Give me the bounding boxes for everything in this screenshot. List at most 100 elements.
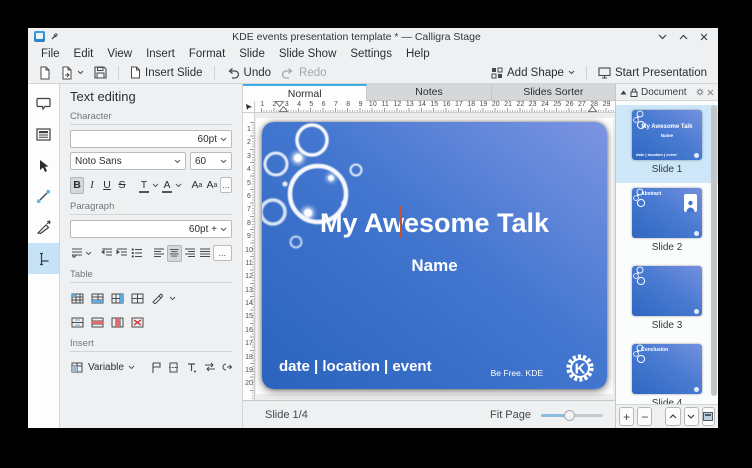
menu-slide-show[interactable]: Slide Show [272,48,344,60]
tab-notes[interactable]: Notes [367,84,491,101]
remove-slide-button[interactable]: − [637,407,652,426]
paragraph-more-button[interactable]: ... [213,245,233,261]
dock-close-icon[interactable] [707,89,714,96]
border-pen-dropdown[interactable] [169,296,176,301]
freehand-path-tool[interactable] [28,212,59,243]
open-document-button[interactable] [58,65,87,81]
menu-edit[interactable]: Edit [67,48,101,60]
decrease-indent-button[interactable] [100,245,114,262]
insert-text-frame-button[interactable] [185,359,199,376]
merge-cells-button[interactable] [70,314,85,331]
split-cells-button[interactable] [130,290,145,307]
delete-row-button[interactable] [90,314,105,331]
undo-button[interactable]: Undo [223,66,275,80]
left-indent-marker[interactable] [279,106,288,112]
right-indent-marker[interactable] [588,106,597,112]
text-tool[interactable] [28,243,59,274]
slide-layout-tool[interactable] [28,119,59,150]
menu-view[interactable]: View [100,48,139,60]
border-pen-button[interactable] [150,290,164,307]
italic-button[interactable]: I [85,177,99,194]
align-right-button[interactable] [183,245,197,262]
delete-table-button[interactable] [130,314,145,331]
text-color-button[interactable]: T [137,177,151,194]
align-justify-button[interactable] [198,245,212,262]
align-left-button[interactable] [152,245,166,262]
line-spacing-dropdown[interactable] [85,251,92,256]
close-button[interactable] [696,30,712,44]
slide-title-text[interactable]: My Awesome Talk [262,208,607,239]
slide-thumbnail-item[interactable]: Conclusion Slide 4 [616,339,718,404]
subscript-button[interactable]: Aa [205,177,219,194]
maximize-button[interactable] [675,30,691,44]
highlight-color-button[interactable]: A [160,177,174,194]
new-document-button[interactable] [36,65,54,81]
start-presentation-button[interactable]: Start Presentation [595,66,710,80]
variable-dropdown[interactable] [128,365,135,370]
menu-insert[interactable]: Insert [139,48,182,60]
menu-slide[interactable]: Slide [232,48,272,60]
save-button[interactable] [91,65,110,80]
slide-canvas[interactable]: My Awesome Talk Name date | location | e… [255,113,615,400]
dock-settings-gear-icon[interactable] [696,88,704,96]
character-style-combo[interactable]: 60pt [70,130,232,148]
underline-button[interactable]: U [100,177,114,194]
slide-thumbnail[interactable]: My Awesome Talk Name date | location | e… [632,110,702,160]
text-direction-button[interactable] [203,359,217,376]
font-family-combo[interactable]: Noto Sans [70,152,186,170]
insert-link-button[interactable] [221,359,235,376]
variable-label[interactable]: Variable [88,362,124,373]
zoom-slider-handle[interactable] [564,410,575,421]
increase-indent-button[interactable] [115,245,129,262]
insert-column-button[interactable] [110,290,125,307]
menu-format[interactable]: Format [182,48,232,60]
line-spacing-button[interactable] [70,245,84,262]
slide-footer-text[interactable]: date | location | event [279,358,432,375]
menu-settings[interactable]: Settings [343,48,399,60]
zoom-mode-label[interactable]: Fit Page [490,409,531,421]
insert-page-break-button[interactable] [167,359,181,376]
tab-normal[interactable]: Normal [243,84,367,101]
bold-button[interactable]: B [70,177,84,194]
redo-button[interactable]: Redo [278,66,330,80]
add-shape-button[interactable]: Add Shape [488,66,578,80]
lock-icon[interactable] [630,88,638,97]
align-center-button[interactable] [167,245,182,262]
slide-thumbnail[interactable]: Abstract [632,188,702,238]
connection-line-tool[interactable] [28,181,59,212]
insert-row-button[interactable] [90,290,105,307]
superscript-button[interactable]: Aa [190,177,204,194]
text-color-dropdown[interactable] [152,183,159,188]
tab-slides-sorter[interactable]: Slides Sorter [492,84,615,101]
insert-slide-button[interactable]: Insert Slide [127,65,206,80]
slide-properties-button[interactable] [702,407,715,426]
slide-thumbnail-item[interactable]: Slide 3 [616,261,718,339]
pin-icon[interactable] [50,32,59,41]
highlight-color-dropdown[interactable] [175,183,182,188]
slide-subtitle-text[interactable]: Name [262,256,607,276]
minimize-button[interactable] [654,30,670,44]
move-slide-down-button[interactable] [684,407,699,426]
move-slide-up-button[interactable] [665,407,680,426]
selection-arrow-tool[interactable] [28,150,59,181]
insert-table-button[interactable] [70,290,85,307]
strikethrough-button[interactable]: S [115,177,129,194]
menu-file[interactable]: File [34,48,67,60]
slide-thumbnail-item[interactable]: Abstract Slide 2 [616,183,718,261]
insert-special-character-button[interactable] [70,359,84,376]
basic-shape-tool[interactable] [28,88,59,119]
zoom-slider[interactable] [541,409,603,421]
add-slide-button[interactable]: + [619,407,634,426]
character-more-button[interactable]: ... [220,177,232,193]
collapse-icon[interactable] [620,90,627,95]
slide-thumbnail[interactable]: Conclusion [632,344,702,394]
menu-help[interactable]: Help [399,48,437,60]
list-scrollbar[interactable] [711,105,717,396]
paragraph-style-combo[interactable]: 60pt + [70,220,232,238]
insert-bookmark-button[interactable] [149,359,163,376]
list-format-button[interactable] [130,245,144,262]
delete-column-button[interactable] [110,314,125,331]
slide-editing-area[interactable]: My Awesome Talk Name date | location | e… [262,122,607,389]
font-size-combo[interactable]: 60 [190,152,232,170]
slide-thumbnail-item[interactable]: My Awesome Talk Name date | location | e… [616,105,718,183]
